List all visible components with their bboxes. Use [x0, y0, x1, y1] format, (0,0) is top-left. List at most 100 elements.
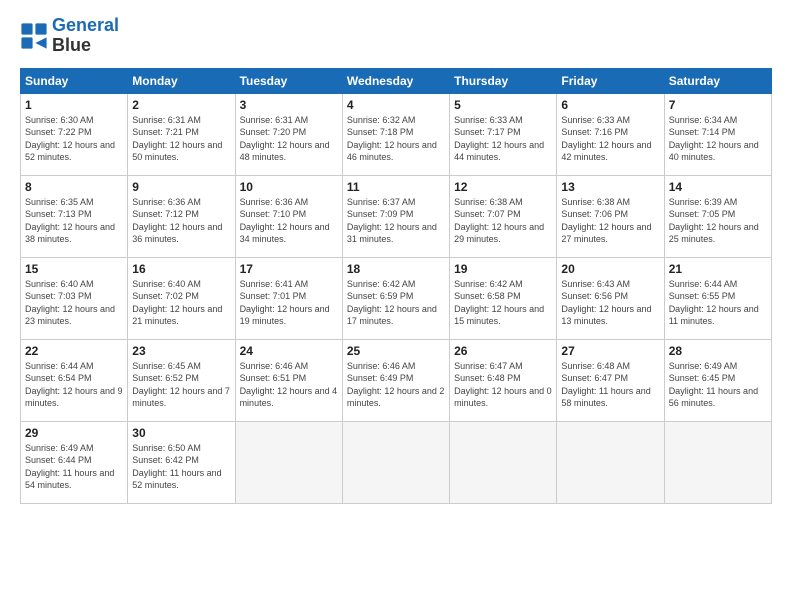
day-number: 17: [240, 262, 338, 276]
calendar-header-saturday: Saturday: [664, 68, 771, 93]
calendar-day-cell: 20 Sunrise: 6:43 AMSunset: 6:56 PMDayligh…: [557, 257, 664, 339]
calendar-table: SundayMondayTuesdayWednesdayThursdayFrid…: [20, 68, 772, 504]
day-number: 12: [454, 180, 552, 194]
day-number: 16: [132, 262, 230, 276]
day-info: Sunrise: 6:48 AMSunset: 6:47 PMDaylight:…: [561, 360, 659, 410]
day-info: Sunrise: 6:50 AMSunset: 6:42 PMDaylight:…: [132, 442, 230, 492]
logo-text: GeneralBlue: [52, 16, 119, 56]
day-info: Sunrise: 6:45 AMSunset: 6:52 PMDaylight:…: [132, 360, 230, 410]
day-info: Sunrise: 6:31 AMSunset: 7:21 PMDaylight:…: [132, 114, 230, 164]
calendar-day-cell: [664, 421, 771, 503]
day-info: Sunrise: 6:41 AMSunset: 7:01 PMDaylight:…: [240, 278, 338, 328]
calendar-day-cell: [557, 421, 664, 503]
day-info: Sunrise: 6:37 AMSunset: 7:09 PMDaylight:…: [347, 196, 445, 246]
day-info: Sunrise: 6:36 AMSunset: 7:12 PMDaylight:…: [132, 196, 230, 246]
calendar-day-cell: 6 Sunrise: 6:33 AMSunset: 7:16 PMDaylight…: [557, 93, 664, 175]
day-info: Sunrise: 6:33 AMSunset: 7:17 PMDaylight:…: [454, 114, 552, 164]
calendar-day-cell: 5 Sunrise: 6:33 AMSunset: 7:17 PMDaylight…: [450, 93, 557, 175]
calendar-day-cell: [235, 421, 342, 503]
calendar-header-tuesday: Tuesday: [235, 68, 342, 93]
calendar-week-row: 29 Sunrise: 6:49 AMSunset: 6:44 PMDayligh…: [21, 421, 772, 503]
calendar-day-cell: 25 Sunrise: 6:46 AMSunset: 6:49 PMDayligh…: [342, 339, 449, 421]
day-info: Sunrise: 6:43 AMSunset: 6:56 PMDaylight:…: [561, 278, 659, 328]
day-info: Sunrise: 6:44 AMSunset: 6:55 PMDaylight:…: [669, 278, 767, 328]
header: GeneralBlue: [20, 16, 772, 56]
calendar-day-cell: 14Sunrise: 6:39 AMSunset: 7:05 PMDayligh…: [664, 175, 771, 257]
calendar-week-row: 15 Sunrise: 6:40 AMSunset: 7:03 PMDayligh…: [21, 257, 772, 339]
calendar-day-cell: 19 Sunrise: 6:42 AMSunset: 6:58 PMDayligh…: [450, 257, 557, 339]
day-number: 15: [25, 262, 123, 276]
calendar-day-cell: [342, 421, 449, 503]
day-info: Sunrise: 6:39 AMSunset: 7:05 PMDaylight:…: [669, 196, 767, 246]
day-info: Sunrise: 6:33 AMSunset: 7:16 PMDaylight:…: [561, 114, 659, 164]
day-number: 4: [347, 98, 445, 112]
day-number: 26: [454, 344, 552, 358]
day-info: Sunrise: 6:49 AMSunset: 6:45 PMDaylight:…: [669, 360, 767, 410]
calendar-day-cell: 18 Sunrise: 6:42 AMSunset: 6:59 PMDayligh…: [342, 257, 449, 339]
calendar-day-cell: 22Sunrise: 6:44 AMSunset: 6:54 PMDayligh…: [21, 339, 128, 421]
day-number: 5: [454, 98, 552, 112]
day-info: Sunrise: 6:35 AMSunset: 7:13 PMDaylight:…: [25, 196, 123, 246]
day-info: Sunrise: 6:40 AMSunset: 7:02 PMDaylight:…: [132, 278, 230, 328]
day-info: Sunrise: 6:49 AMSunset: 6:44 PMDaylight:…: [25, 442, 123, 492]
calendar-day-cell: 1 Sunrise: 6:30 AMSunset: 7:22 PMDaylight…: [21, 93, 128, 175]
calendar-day-cell: 8 Sunrise: 6:35 AMSunset: 7:13 PMDaylight…: [21, 175, 128, 257]
day-number: 25: [347, 344, 445, 358]
calendar-day-cell: 27 Sunrise: 6:48 AMSunset: 6:47 PMDayligh…: [557, 339, 664, 421]
calendar-week-row: 22Sunrise: 6:44 AMSunset: 6:54 PMDayligh…: [21, 339, 772, 421]
calendar-week-row: 8 Sunrise: 6:35 AMSunset: 7:13 PMDaylight…: [21, 175, 772, 257]
logo: GeneralBlue: [20, 16, 119, 56]
calendar-header-friday: Friday: [557, 68, 664, 93]
calendar-day-cell: 23Sunrise: 6:45 AMSunset: 6:52 PMDayligh…: [128, 339, 235, 421]
day-number: 20: [561, 262, 659, 276]
day-number: 18: [347, 262, 445, 276]
day-info: Sunrise: 6:46 AMSunset: 6:49 PMDaylight:…: [347, 360, 445, 410]
day-number: 6: [561, 98, 659, 112]
calendar-day-cell: 21 Sunrise: 6:44 AMSunset: 6:55 PMDayligh…: [664, 257, 771, 339]
day-number: 21: [669, 262, 767, 276]
day-number: 30: [132, 426, 230, 440]
calendar-day-cell: 28 Sunrise: 6:49 AMSunset: 6:45 PMDayligh…: [664, 339, 771, 421]
calendar-day-cell: 12 Sunrise: 6:38 AMSunset: 7:07 PMDayligh…: [450, 175, 557, 257]
calendar-header-monday: Monday: [128, 68, 235, 93]
logo-icon: [20, 22, 48, 50]
day-number: 24: [240, 344, 338, 358]
day-number: 11: [347, 180, 445, 194]
calendar-day-cell: 4 Sunrise: 6:32 AMSunset: 7:18 PMDaylight…: [342, 93, 449, 175]
day-number: 8: [25, 180, 123, 194]
calendar-day-cell: 9 Sunrise: 6:36 AMSunset: 7:12 PMDaylight…: [128, 175, 235, 257]
calendar-day-cell: 13 Sunrise: 6:38 AMSunset: 7:06 PMDayligh…: [557, 175, 664, 257]
day-info: Sunrise: 6:32 AMSunset: 7:18 PMDaylight:…: [347, 114, 445, 164]
day-info: Sunrise: 6:38 AMSunset: 7:07 PMDaylight:…: [454, 196, 552, 246]
day-number: 9: [132, 180, 230, 194]
calendar-header-sunday: Sunday: [21, 68, 128, 93]
day-info: Sunrise: 6:38 AMSunset: 7:06 PMDaylight:…: [561, 196, 659, 246]
day-number: 1: [25, 98, 123, 112]
day-number: 7: [669, 98, 767, 112]
calendar-day-cell: 29 Sunrise: 6:49 AMSunset: 6:44 PMDayligh…: [21, 421, 128, 503]
day-info: Sunrise: 6:34 AMSunset: 7:14 PMDaylight:…: [669, 114, 767, 164]
day-number: 28: [669, 344, 767, 358]
day-number: 19: [454, 262, 552, 276]
calendar-header-thursday: Thursday: [450, 68, 557, 93]
day-info: Sunrise: 6:31 AMSunset: 7:20 PMDaylight:…: [240, 114, 338, 164]
calendar-day-cell: 26Sunrise: 6:47 AMSunset: 6:48 PMDayligh…: [450, 339, 557, 421]
day-info: Sunrise: 6:36 AMSunset: 7:10 PMDaylight:…: [240, 196, 338, 246]
day-number: 13: [561, 180, 659, 194]
day-info: Sunrise: 6:42 AMSunset: 6:58 PMDaylight:…: [454, 278, 552, 328]
day-info: Sunrise: 6:42 AMSunset: 6:59 PMDaylight:…: [347, 278, 445, 328]
calendar-day-cell: 16 Sunrise: 6:40 AMSunset: 7:02 PMDayligh…: [128, 257, 235, 339]
calendar-day-cell: 7 Sunrise: 6:34 AMSunset: 7:14 PMDaylight…: [664, 93, 771, 175]
calendar-day-cell: 3Sunrise: 6:31 AMSunset: 7:20 PMDaylight…: [235, 93, 342, 175]
calendar-week-row: 1 Sunrise: 6:30 AMSunset: 7:22 PMDaylight…: [21, 93, 772, 175]
calendar-day-cell: 17 Sunrise: 6:41 AMSunset: 7:01 PMDayligh…: [235, 257, 342, 339]
calendar-day-cell: 15 Sunrise: 6:40 AMSunset: 7:03 PMDayligh…: [21, 257, 128, 339]
day-info: Sunrise: 6:40 AMSunset: 7:03 PMDaylight:…: [25, 278, 123, 328]
calendar-day-cell: 24Sunrise: 6:46 AMSunset: 6:51 PMDayligh…: [235, 339, 342, 421]
calendar-header-row: SundayMondayTuesdayWednesdayThursdayFrid…: [21, 68, 772, 93]
day-number: 29: [25, 426, 123, 440]
day-number: 27: [561, 344, 659, 358]
calendar-day-cell: 30 Sunrise: 6:50 AMSunset: 6:42 PMDayligh…: [128, 421, 235, 503]
day-info: Sunrise: 6:30 AMSunset: 7:22 PMDaylight:…: [25, 114, 123, 164]
day-info: Sunrise: 6:44 AMSunset: 6:54 PMDaylight:…: [25, 360, 123, 410]
